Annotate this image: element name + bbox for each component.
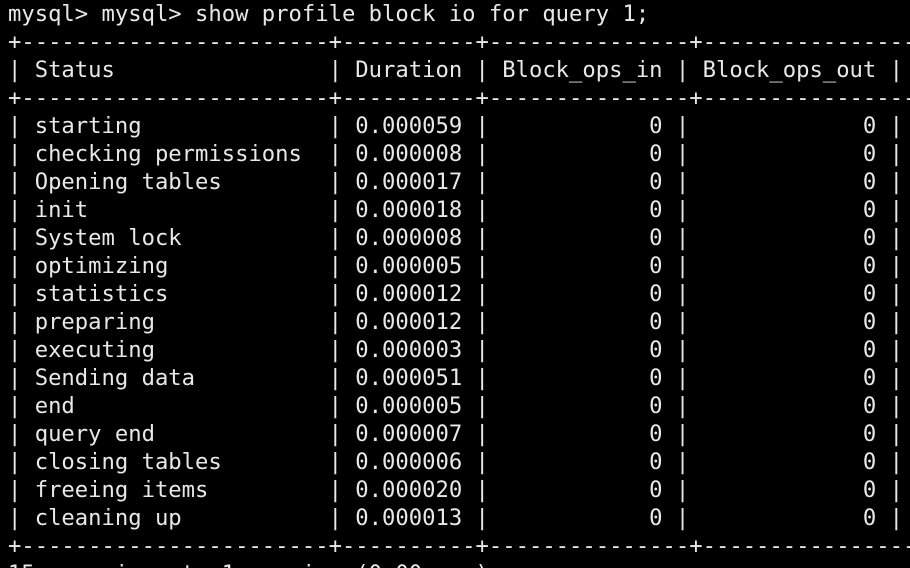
table-row: | Sending data | 0.000051 | 0 | 0 | <box>8 365 903 391</box>
result-summary: 15 rows in set, 1 warning (0.00 sec) <box>8 560 910 568</box>
table-row: | cleaning up | 0.000013 | 0 | 0 | <box>8 505 903 531</box>
table-row: | checking permissions | 0.000008 | 0 | … <box>8 141 903 167</box>
table-row: | System lock | 0.000008 | 0 | 0 | <box>8 225 903 251</box>
table-row: | optimizing | 0.000005 | 0 | 0 | <box>8 253 903 279</box>
table-header: | Status | Duration | Block_ops_in | Blo… <box>8 57 903 83</box>
table-row: | Opening tables | 0.000017 | 0 | 0 | <box>8 169 903 195</box>
table-row: | init | 0.000018 | 0 | 0 | <box>8 197 903 223</box>
table-row: | preparing | 0.000012 | 0 | 0 | <box>8 309 903 335</box>
terminal-window[interactable]: mysql> mysql> show profile block io for … <box>0 0 910 568</box>
table-row: | closing tables | 0.000006 | 0 | 0 | <box>8 449 903 475</box>
table-row: | query end | 0.000007 | 0 | 0 | <box>8 421 903 447</box>
table-row: | freeing items | 0.000020 | 0 | 0 | <box>8 477 903 503</box>
table-row: | executing | 0.000003 | 0 | 0 | <box>8 337 903 363</box>
command-line: mysql> mysql> show profile block io for … <box>8 1 650 27</box>
table-row: | statistics | 0.000012 | 0 | 0 | <box>8 281 903 307</box>
table-border-top: +-----------------------+----------+----… <box>8 29 910 55</box>
table-border-header: +-----------------------+----------+----… <box>8 85 910 111</box>
table-row: | end | 0.000005 | 0 | 0 | <box>8 393 903 419</box>
table-row: | starting | 0.000059 | 0 | 0 | <box>8 113 903 139</box>
table-border-bottom: +-----------------------+----------+----… <box>8 533 910 559</box>
